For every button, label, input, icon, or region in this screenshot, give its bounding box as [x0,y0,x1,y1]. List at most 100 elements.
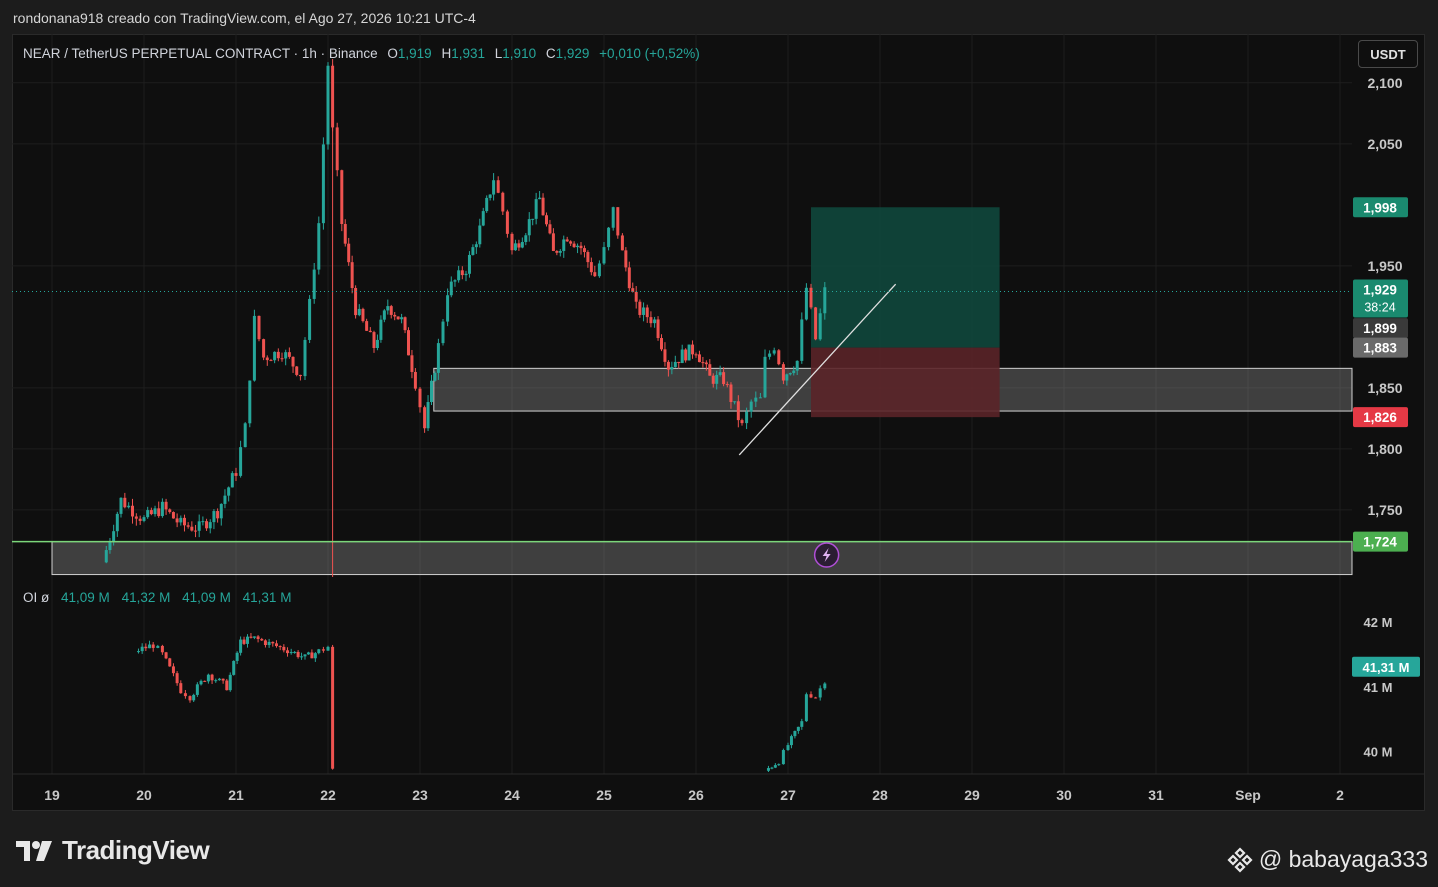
tradingview-icon [16,840,52,861]
oi-candle [331,646,335,769]
price-candle [555,250,559,253]
price-label: 1,998 [1363,200,1397,215]
brand-name: TradingView [62,835,210,865]
price-candle [413,371,417,389]
oi-candle [781,750,785,765]
price-candle [201,521,205,523]
price-candle [501,192,505,212]
price-candle [634,291,638,302]
price-label: 1,899 [1363,321,1397,336]
price-candle [194,530,198,532]
price-candle [243,423,247,448]
time-tick-label: 24 [504,787,520,803]
price-candle [488,194,492,198]
symbol-title[interactable]: NEAR / TetherUS PERPETUAL CONTRACT · 1h … [23,46,378,61]
price-candle [423,407,427,429]
oi-value-3: 41,09 M [182,590,231,605]
price-candle [548,224,552,234]
price-candle [653,319,657,324]
price-candle [460,270,464,276]
price-candle [365,321,369,331]
price-candle [616,207,620,236]
oi-candle [282,646,286,651]
price-candle [464,273,468,276]
price-candle [597,263,601,277]
oi-candle [195,684,199,695]
oi-candle [809,694,813,698]
oi-candle [300,656,304,658]
price-candle [252,315,256,381]
price-candle [115,513,119,532]
price-candle [666,361,670,370]
price-candle [471,247,475,255]
oi-candle [256,636,260,640]
price-candle [736,401,740,421]
author-tag[interactable]: @ babayaga333 [1227,846,1428,873]
tradingview-logo[interactable]: TradingView [16,835,210,866]
price-candle [108,541,112,551]
oi-candle [289,652,293,654]
oi-candle [217,678,221,681]
price-candle [142,517,146,521]
chart-caption: rondonana918 creado con TradingView.com,… [13,10,476,26]
price-candle [321,144,325,224]
price-candle [186,525,190,527]
price-candle [777,350,781,365]
price-candle [620,235,624,251]
price-chart[interactable]: 2,100 2,050 1,950 1,850 1,800 1,750 42 M 41 M 40… [12,34,1425,811]
oi-candle [225,680,229,691]
price-candle [572,243,576,248]
oi-candle [303,654,307,657]
oi-candle [306,652,310,655]
price-candle [607,227,611,248]
price-candle [602,247,606,264]
price-candle [749,401,753,412]
price-candle [763,356,767,398]
oi-legend: OI ø 41,09 M 41,32 M 41,09 M 41,31 M [23,590,291,605]
close-value: 1,929 [555,46,590,61]
time-tick-label: 26 [688,787,704,803]
time-tick-label: 27 [780,787,796,803]
price-candle [436,343,440,373]
price-candle [453,280,457,282]
price-candle [449,281,453,296]
price-candle [545,215,548,225]
price-candle [368,330,372,333]
price-candle [160,501,164,517]
oi-candle [156,645,160,648]
oi-candle [235,652,239,661]
currency-button[interactable]: USDT [1358,40,1418,68]
price-candle [785,374,789,381]
price-candle [558,250,562,253]
price-candle [343,224,347,244]
oi-candle [192,694,196,701]
price-candle [153,508,157,515]
low-value: 1,910 [502,46,537,61]
price-candle [433,372,437,381]
oi-candle [260,639,264,641]
price-candle [269,360,273,362]
oi-candle [148,644,152,649]
price-label: 1,929 [1363,282,1397,297]
oi-candle [823,683,827,689]
price-candle [565,239,569,242]
oi-label[interactable]: OI ø [23,590,49,605]
price-tick-label: 1,850 [1367,380,1402,396]
price-candle [551,233,555,251]
time-tick-label: 2 [1336,787,1344,803]
oi-tick-label: 42 M [1364,615,1393,630]
oi-candle [136,651,140,653]
price-tick-label: 1,800 [1367,441,1402,457]
price-candle [340,170,344,225]
oi-candle [267,641,271,646]
price-candle [171,512,175,519]
price-candle [308,298,312,340]
price-candle [733,401,737,403]
author-name: @ babayaga333 [1258,846,1428,872]
price-candle [576,245,580,248]
price-candle [227,487,231,496]
price-candle [788,373,792,375]
price-candle [800,319,804,361]
price-candle [691,344,695,355]
target-zone [811,207,1000,348]
